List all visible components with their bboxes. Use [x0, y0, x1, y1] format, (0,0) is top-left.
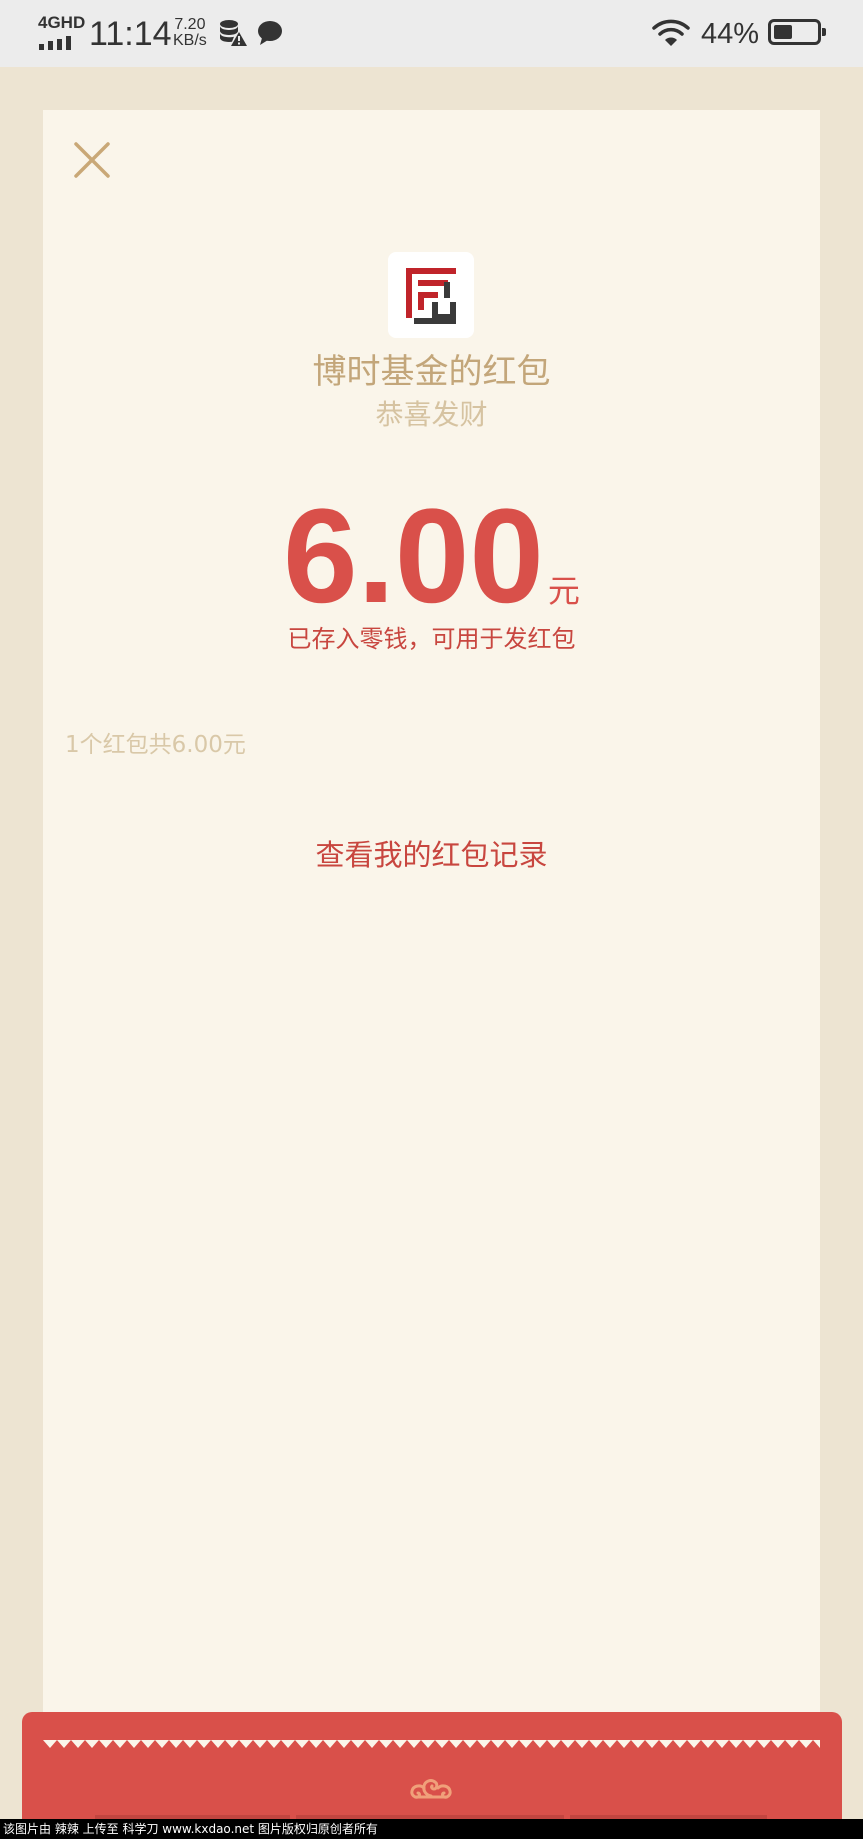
view-history-link[interactable]: 查看我的红包记录 — [0, 834, 863, 876]
network-speed: 7.20 KB/s — [173, 17, 207, 49]
signal-icon — [39, 36, 79, 50]
card-zigzag-edge — [43, 1740, 820, 1756]
fund-logo-icon — [388, 252, 474, 338]
wifi-icon — [652, 19, 690, 46]
chat-icon — [258, 21, 282, 45]
envelope-summary: 1个红包共6.00元 — [65, 732, 246, 758]
status-time: 11:14 — [89, 15, 172, 53]
auspicious-cloud-icon — [410, 1779, 452, 1799]
battery-cap — [822, 28, 826, 36]
close-icon[interactable] — [72, 140, 112, 180]
deposit-note: 已存入零钱，可用于发红包 — [287, 625, 576, 653]
network-type-label: 4GHD — [38, 13, 86, 32]
amount-value: 6.00 — [283, 482, 544, 631]
battery-icon — [768, 19, 826, 45]
battery-percent: 44% — [701, 18, 760, 50]
watermark-footer: 该图片由 辣辣 上传至 科学刀 www.kxdao.net 图片版权归原创者所有 — [0, 1819, 863, 1839]
network-speed-unit: KB/s — [173, 32, 207, 49]
battery-level — [774, 25, 792, 39]
status-bar: 4GHD 11:14 7.20 KB/s 44% — [0, 0, 863, 67]
network-speed-value: 7.20 — [174, 16, 206, 33]
signal-indicator: 4GHD — [38, 14, 85, 50]
sender-name: 博时基金的红包 — [312, 352, 551, 392]
amount-unit: 元 — [547, 572, 580, 610]
fund-logo-mark — [406, 268, 456, 324]
database-alert-icon — [220, 20, 247, 46]
amount-display: 6.00 元 — [0, 482, 863, 632]
blessing-text: 恭喜发财 — [375, 398, 488, 431]
